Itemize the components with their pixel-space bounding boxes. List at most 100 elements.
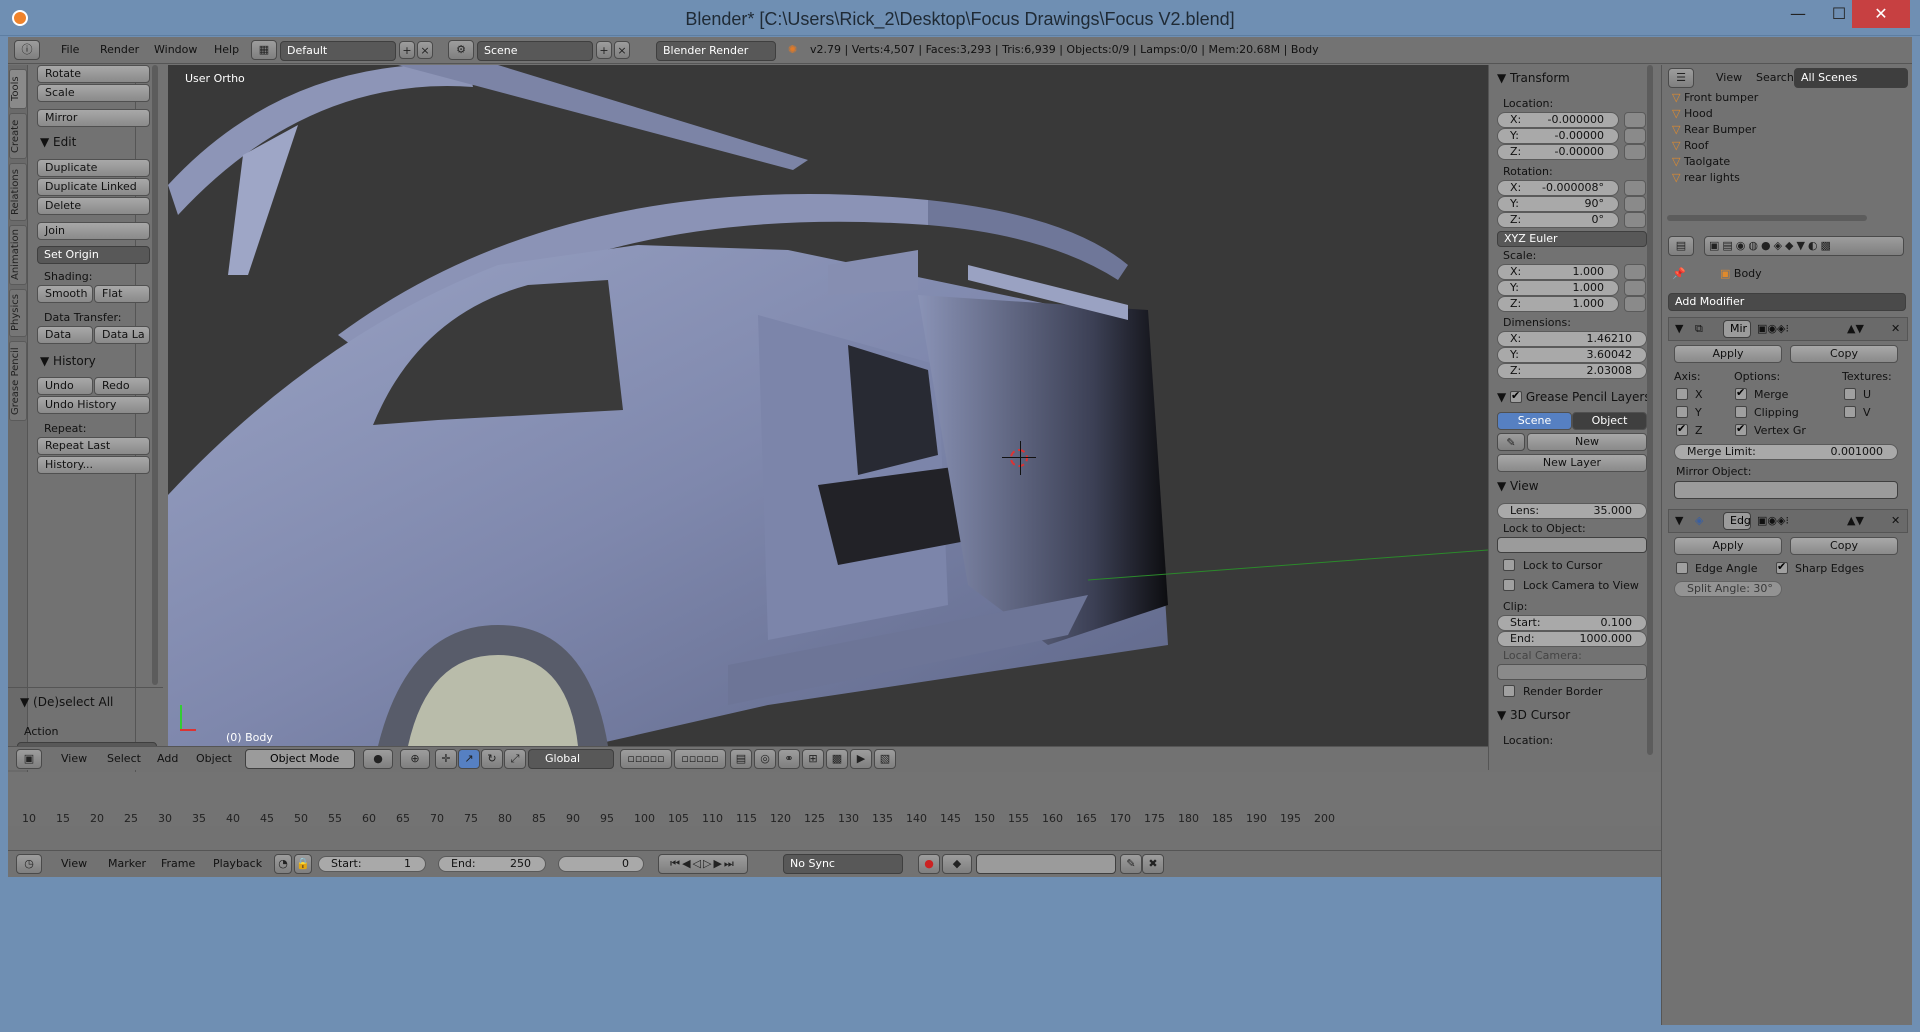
mirror-button[interactable]: Mirror bbox=[37, 109, 150, 127]
data-transfer-button[interactable]: Data bbox=[37, 326, 93, 344]
scale-button[interactable]: Scale bbox=[37, 84, 150, 102]
set-origin-select[interactable]: Set Origin bbox=[37, 246, 150, 264]
outliner-item-taolgate[interactable]: ▽ Taolgate bbox=[1672, 155, 1872, 171]
outliner-item-roof[interactable]: ▽ Roof bbox=[1672, 139, 1872, 155]
menu-help[interactable]: Help bbox=[214, 43, 239, 56]
undo-button[interactable]: Undo bbox=[37, 377, 93, 395]
pencil-icon[interactable]: ✎ bbox=[1497, 433, 1525, 451]
dimensions-x-field[interactable]: X: 1.46210 bbox=[1497, 331, 1647, 347]
3d-viewport[interactable]: User Ortho (0) Body bbox=[168, 65, 1488, 746]
camera-view-icon[interactable]: ▧ bbox=[874, 749, 896, 769]
flat-button[interactable]: Flat bbox=[94, 285, 150, 303]
location-y-field[interactable]: Y: -0.00000 bbox=[1497, 128, 1619, 144]
lock-scale-z-icon[interactable] bbox=[1624, 296, 1646, 312]
proportional-edit-icon[interactable]: ◎ bbox=[754, 749, 776, 769]
outliner-scrollbar[interactable] bbox=[1667, 215, 1867, 221]
move-up-down-icon[interactable]: ▲▼ bbox=[1847, 322, 1864, 335]
lock-rotation-z-icon[interactable] bbox=[1624, 212, 1646, 228]
editor-type-info-icon[interactable]: ⓘ bbox=[14, 40, 40, 60]
lock-layers-icon[interactable]: ▤ bbox=[730, 749, 752, 769]
playback-controls-icon[interactable]: ⏮◀◁▷▶⏭ bbox=[658, 854, 748, 874]
delete-keyframe-icon[interactable]: ✖ bbox=[1142, 854, 1164, 874]
sync-mode-select[interactable]: No Sync bbox=[783, 854, 903, 874]
render-animation-icon[interactable]: ▶ bbox=[850, 749, 872, 769]
close-window-button[interactable]: ✕ bbox=[1852, 0, 1910, 28]
repeat-history-button[interactable]: History... bbox=[37, 456, 150, 474]
mirror-copy-button[interactable]: Copy bbox=[1790, 345, 1898, 363]
opengl-render-icon[interactable]: ▩ bbox=[826, 749, 848, 769]
axis-y-checkbox[interactable] bbox=[1676, 406, 1688, 418]
grease-pencil-checkbox[interactable] bbox=[1510, 389, 1523, 403]
rotation-mode-select[interactable]: XYZ Euler bbox=[1497, 231, 1647, 247]
local-camera-field[interactable] bbox=[1497, 664, 1647, 680]
grease-tab-object[interactable]: Object bbox=[1572, 412, 1647, 430]
editor-type-3d-icon[interactable]: ▣ bbox=[16, 749, 42, 769]
outliner-item-rear-lights[interactable]: ▽ rear lights bbox=[1672, 171, 1872, 187]
lock-location-x-icon[interactable] bbox=[1624, 112, 1646, 128]
lock-object-field[interactable] bbox=[1497, 537, 1647, 553]
menu-view[interactable]: View bbox=[61, 752, 87, 765]
redo-button[interactable]: Redo bbox=[94, 377, 150, 395]
grease-tab-scene[interactable]: Scene bbox=[1497, 412, 1572, 430]
viewport-shading-icon[interactable]: ● bbox=[363, 749, 393, 769]
manipulator-toggle-icon[interactable]: ✛ bbox=[435, 749, 457, 769]
pin-icon[interactable]: 📌 bbox=[1672, 267, 1686, 280]
vertex-groups-checkbox[interactable] bbox=[1735, 422, 1747, 436]
current-frame-field[interactable]: 0 bbox=[558, 856, 644, 872]
duplicate-linked-button[interactable]: Duplicate Linked bbox=[37, 178, 150, 196]
remove-modifier-icon[interactable]: ✕ bbox=[1891, 322, 1900, 335]
editor-type-properties-icon[interactable]: ▤ bbox=[1668, 236, 1694, 256]
mirror-object-field[interactable] bbox=[1674, 481, 1898, 499]
new-layer-button[interactable]: New Layer bbox=[1497, 454, 1647, 472]
outliner-item-hood[interactable]: ▽ Hood bbox=[1672, 107, 1872, 123]
move-up-down-icon[interactable]: ▲▼ bbox=[1847, 514, 1864, 527]
timeline-ruler[interactable]: 10 15 20 25 30 35 40 45 50 55 60 65 70 75 80 85 90 95 100 1… bbox=[8, 772, 1661, 832]
history-panel-title[interactable]: ▼ History bbox=[40, 354, 96, 368]
remove-modifier-icon[interactable]: ✕ bbox=[1891, 514, 1900, 527]
lens-field[interactable]: Lens: 35.000 bbox=[1497, 503, 1647, 519]
delete-layout-icon[interactable]: × bbox=[417, 41, 433, 59]
sharp-edges-checkbox[interactable] bbox=[1776, 560, 1788, 574]
mode-select[interactable]: Object Mode bbox=[245, 749, 355, 769]
grease-pencil-panel-title[interactable]: ▼ Grease Pencil Layers bbox=[1497, 389, 1651, 404]
transform-orientation-select[interactable]: Global bbox=[528, 749, 614, 769]
collapse-icon[interactable]: ▼ bbox=[1675, 514, 1683, 527]
lock-rotation-x-icon[interactable] bbox=[1624, 180, 1646, 196]
add-modifier-select[interactable]: Add Modifier bbox=[1668, 293, 1906, 311]
texture-u-checkbox[interactable] bbox=[1844, 388, 1856, 400]
timeline-menu-frame[interactable]: Frame bbox=[161, 857, 195, 870]
rotation-z-field[interactable]: Z: 0° bbox=[1497, 212, 1619, 228]
edit-panel-title[interactable]: ▼ Edit bbox=[40, 135, 76, 149]
tool-shelf-scrollbar[interactable] bbox=[152, 65, 158, 685]
scene-icon[interactable]: ⚙ bbox=[448, 40, 474, 60]
minimize-button[interactable]: — bbox=[1776, 0, 1820, 28]
snap-element-icon[interactable]: ⊞ bbox=[802, 749, 824, 769]
scale-y-field[interactable]: Y: 1.000 bbox=[1497, 280, 1619, 296]
layout-field[interactable]: Default bbox=[280, 41, 396, 61]
menu-file[interactable]: File bbox=[61, 43, 79, 56]
axis-x-checkbox[interactable] bbox=[1676, 388, 1688, 400]
menu-add[interactable]: Add bbox=[157, 752, 178, 765]
lock-range-icon[interactable]: 🔒 bbox=[294, 854, 312, 874]
tab-animation[interactable]: Animation bbox=[9, 225, 27, 285]
scale-manipulator-icon[interactable]: ⤢ bbox=[504, 749, 526, 769]
split-angle-field[interactable]: Split Angle: 30° bbox=[1674, 581, 1782, 597]
mirror-apply-button[interactable]: Apply bbox=[1674, 345, 1782, 363]
translate-manipulator-icon[interactable]: ↗ bbox=[458, 749, 480, 769]
editor-type-outliner-icon[interactable]: ☰ bbox=[1668, 68, 1694, 88]
add-scene-icon[interactable]: + bbox=[596, 41, 612, 59]
rotation-y-field[interactable]: Y: 90° bbox=[1497, 196, 1619, 212]
collapse-icon[interactable]: ▼ bbox=[1675, 322, 1683, 335]
tab-relations[interactable]: Relations bbox=[9, 163, 27, 221]
delete-button[interactable]: Delete bbox=[37, 197, 150, 215]
clipping-checkbox[interactable] bbox=[1735, 406, 1747, 418]
axis-z-checkbox[interactable] bbox=[1676, 422, 1688, 436]
rotate-manipulator-icon[interactable]: ↻ bbox=[481, 749, 503, 769]
scale-x-field[interactable]: X: 1.000 bbox=[1497, 264, 1619, 280]
layers-row-2-icon[interactable]: ▫▫▫▫▫ bbox=[674, 749, 726, 769]
modifier-display-toggles-icon[interactable]: ▣◉◈⁝ bbox=[1757, 514, 1789, 527]
end-frame-field[interactable]: End: 250 bbox=[438, 856, 546, 872]
outliner-menu-search[interactable]: Search bbox=[1756, 71, 1794, 84]
lock-rotation-y-icon[interactable] bbox=[1624, 196, 1646, 212]
outliner-menu-view[interactable]: View bbox=[1716, 71, 1742, 84]
